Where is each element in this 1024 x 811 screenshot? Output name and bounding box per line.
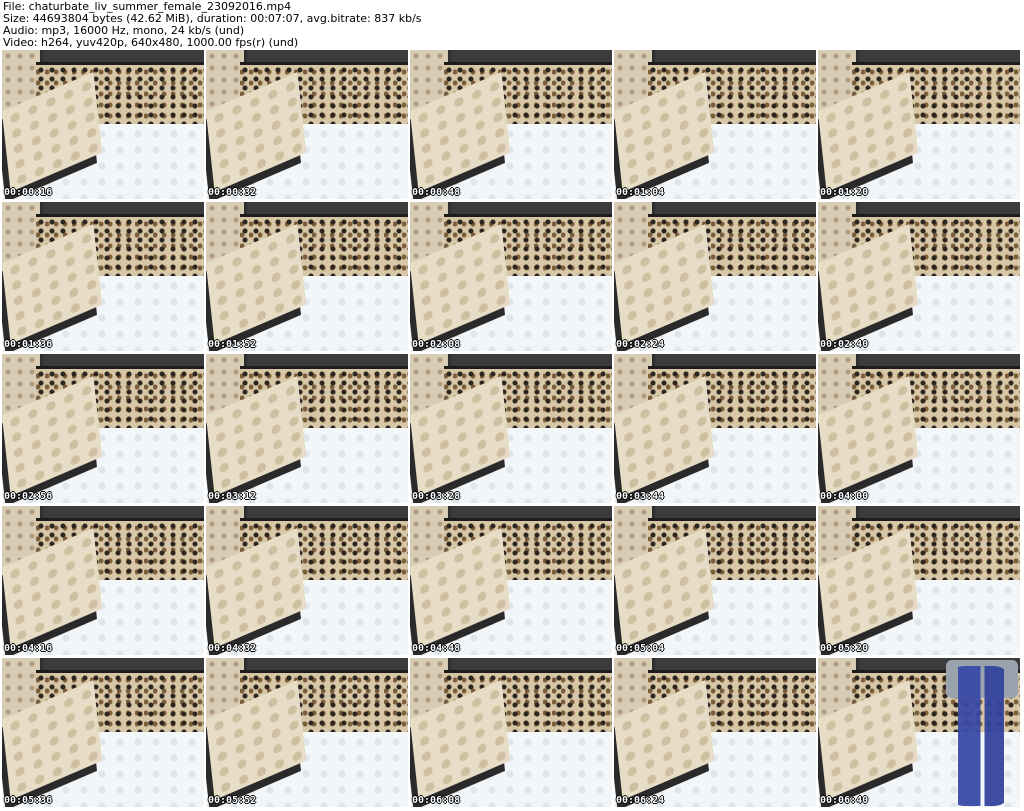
timestamp-label: 00:06:08 bbox=[412, 795, 461, 806]
timestamp-label: 00:02:40 bbox=[820, 339, 869, 350]
video-thumbnail[interactable]: 00:06:40 bbox=[818, 658, 1020, 807]
video-thumbnail[interactable]: 00:01:52 bbox=[206, 202, 408, 351]
video-thumbnail[interactable]: 00:05:52 bbox=[206, 658, 408, 807]
timestamp-label: 00:01:20 bbox=[820, 187, 869, 198]
scene-person-legs bbox=[946, 666, 1012, 806]
timestamp-label: 00:00:16 bbox=[4, 187, 53, 198]
video-thumbnail[interactable]: 00:05:04 bbox=[614, 506, 816, 655]
timestamp-label: 00:04:16 bbox=[4, 643, 53, 654]
video-thumbnail[interactable]: 00:02:08 bbox=[410, 202, 612, 351]
timestamp-label: 00:00:48 bbox=[412, 187, 461, 198]
timestamp-label: 00:02:08 bbox=[412, 339, 461, 350]
timestamp-label: 00:03:28 bbox=[412, 491, 461, 502]
video-thumbnail[interactable]: 00:04:48 bbox=[410, 506, 612, 655]
timestamp-label: 00:04:32 bbox=[208, 643, 257, 654]
timestamp-label: 00:06:24 bbox=[616, 795, 665, 806]
video-thumbnail[interactable]: 00:06:08 bbox=[410, 658, 612, 807]
video-thumbnail[interactable]: 00:03:28 bbox=[410, 354, 612, 503]
video-thumbnail[interactable]: 00:05:20 bbox=[818, 506, 1020, 655]
timestamp-label: 00:05:36 bbox=[4, 795, 53, 806]
video-thumbnail[interactable]: 00:03:12 bbox=[206, 354, 408, 503]
video-thumbnail[interactable]: 00:03:44 bbox=[614, 354, 816, 503]
video-thumbnail[interactable]: 00:02:24 bbox=[614, 202, 816, 351]
video-thumbnail[interactable]: 00:01:04 bbox=[614, 50, 816, 199]
video-thumbnail[interactable]: 00:00:16 bbox=[2, 50, 204, 199]
timestamp-label: 00:05:20 bbox=[820, 643, 869, 654]
timestamp-label: 00:04:00 bbox=[820, 491, 869, 502]
timestamp-label: 00:03:44 bbox=[616, 491, 665, 502]
video-thumbnail[interactable]: 00:01:20 bbox=[818, 50, 1020, 199]
video-thumbnail[interactable]: 00:05:36 bbox=[2, 658, 204, 807]
video-thumbnail[interactable]: 00:00:48 bbox=[410, 50, 612, 199]
file-info-header: File: chaturbate_liv_summer_female_23092… bbox=[0, 0, 1024, 49]
timestamp-label: 00:02:56 bbox=[4, 491, 53, 502]
thumbnail-grid: 00:00:16 00:00:32 00:00:48 00:01:04 00:01:20… bbox=[2, 50, 1022, 809]
timestamp-label: 00:06:40 bbox=[820, 795, 869, 806]
timestamp-label: 00:03:12 bbox=[208, 491, 257, 502]
timestamp-label: 00:05:52 bbox=[208, 795, 257, 806]
timestamp-label: 00:01:52 bbox=[208, 339, 257, 350]
video-thumbnail[interactable]: 00:00:32 bbox=[206, 50, 408, 199]
video-info-line: Video: h264, yuv420p, 640x480, 1000.00 f… bbox=[3, 36, 299, 49]
video-thumbnail[interactable]: 00:04:32 bbox=[206, 506, 408, 655]
video-thumbnail[interactable]: 00:01:36 bbox=[2, 202, 204, 351]
timestamp-label: 00:02:24 bbox=[616, 339, 665, 350]
video-thumbnail[interactable]: 00:02:56 bbox=[2, 354, 204, 503]
timestamp-label: 00:01:04 bbox=[616, 187, 665, 198]
timestamp-label: 00:00:32 bbox=[208, 187, 257, 198]
video-thumbnail[interactable]: 00:06:24 bbox=[614, 658, 816, 807]
timestamp-label: 00:01:36 bbox=[4, 339, 53, 350]
video-thumbnail[interactable]: 00:04:16 bbox=[2, 506, 204, 655]
video-thumbnail[interactable]: 00:02:40 bbox=[818, 202, 1020, 351]
timestamp-label: 00:04:48 bbox=[412, 643, 461, 654]
video-thumbnail[interactable]: 00:04:00 bbox=[818, 354, 1020, 503]
timestamp-label: 00:05:04 bbox=[616, 643, 665, 654]
